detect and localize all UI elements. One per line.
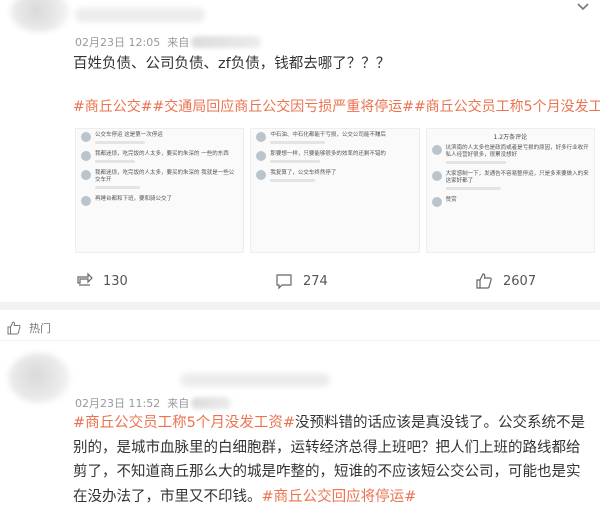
repost-icon xyxy=(77,272,93,286)
thumb-text: 我复算了，公交车终然停了 xyxy=(270,170,337,176)
weibo-post-2: 02月23日 11:52 来自 #商丘公交员工称5个月没发工资#没预料错的话应该… xyxy=(0,345,600,507)
thumb-text: 再睡台都和下班，要和骑公交了 xyxy=(95,196,173,202)
post-source-label: 来自 xyxy=(167,36,190,49)
weibo-post-1: 02月23日 12:05 来自 百姓负债、公司负债、zf负债，钱都去哪了？？？ … xyxy=(0,0,600,300)
hot-comments-header: 热门 xyxy=(7,320,51,336)
thumbnail-image-2[interactable]: 中石油、中石化都能干亏损，公交公司能不赚后 那要想一样，只要能够很多的效率的还剩… xyxy=(250,128,420,253)
post-date: 02月23日 11:52 xyxy=(75,397,161,410)
post-meta: 02月23日 12:05 来自 xyxy=(75,34,262,50)
comment-count: 274 xyxy=(303,273,328,289)
post-text: 百姓负债、公司负债、zf负债，钱都去哪了？？？ xyxy=(73,52,590,77)
avatar-blurred[interactable] xyxy=(8,353,70,403)
section-divider xyxy=(0,302,600,310)
thumb-text: 大家感制一下，发通告不容易整停运，只是多来要做入的来这家好都了 xyxy=(445,171,589,184)
repost-button[interactable]: 130 xyxy=(75,272,128,290)
thumbnail-image-3[interactable]: 1.2万条评论 坑滨南的人太多也是政而或者是亏损的原因，好多行业收开私人经营好很… xyxy=(425,128,595,253)
post-source-label: 来自 xyxy=(167,397,190,410)
thumb-text: 我都迷烦，吃完饭的人太多，要买的朱深的 我就是一些公交车开 xyxy=(95,170,235,183)
thumb-header: 1.2万条评论 xyxy=(493,134,528,141)
hashtag-link[interactable]: #商丘公交员工称5个月没发工资# xyxy=(73,415,295,431)
thumbnail-image-1[interactable]: 公交车停运 这是第一次停运 我都迷烦，吃完饭的人太多，要买的朱深的 一些的东西 … xyxy=(75,128,245,253)
divider-line xyxy=(0,340,600,341)
username-blurred[interactable] xyxy=(75,8,205,22)
action-bar: 130 274 2607 xyxy=(0,268,600,298)
thumb-text: 赞赏 xyxy=(445,197,457,203)
hashtag-link[interactable]: #商丘公交回应将停运# xyxy=(262,489,417,505)
post-meta: 02月23日 11:52 来自 xyxy=(75,395,232,411)
username-blurred[interactable] xyxy=(180,373,330,387)
thumb-text: 那要想一样，只要能够很多的效率的还剩不错的 xyxy=(270,151,386,157)
source-blurred xyxy=(191,397,232,409)
thumbs-up-icon xyxy=(7,321,21,335)
post-text: #商丘公交员工称5个月没发工资#没预料错的话应该是真没钱了。公交系统不是别的，是… xyxy=(73,411,588,507)
comment-icon xyxy=(276,274,292,290)
like-button[interactable]: 2607 xyxy=(475,272,536,290)
hot-label: 热门 xyxy=(29,322,51,335)
avatar-blurred[interactable] xyxy=(10,0,70,32)
post-tags: #商丘公交##交通局回应商丘公交因亏损严重将停运##商丘公交员工称5个月没发工资… xyxy=(73,95,600,120)
thumb-text: 我都迷烦，吃完饭的人太多，要买的朱深的 一些的东西 xyxy=(95,151,229,157)
post-body: 百姓负债、公司负债、zf负债，钱都去哪了？？？ xyxy=(73,56,391,72)
thumbs-up-icon xyxy=(476,273,492,289)
thumb-text: 坑滨南的人太多也是政而或者是亏损的原因，好多行业收开私人经营好很多，很累没想好 xyxy=(445,145,589,158)
more-options-chevron-icon[interactable] xyxy=(576,0,590,16)
source-blurred xyxy=(191,36,262,48)
post-date: 02月23日 12:05 xyxy=(75,36,161,49)
hashtag-link[interactable]: #商丘公交员工称5个月没发工资# xyxy=(414,99,600,115)
thumb-text: 中石油、中石化都能干亏损，公交公司能不赚后 xyxy=(270,132,386,138)
image-thumbnails: 公交车停运 这是第一次停运 我都迷烦，吃完饭的人太多，要买的朱深的 一些的东西 … xyxy=(75,128,595,253)
repost-count: 130 xyxy=(103,273,128,289)
hashtag-link[interactable]: #交通局回应商丘公交因亏损严重将停运# xyxy=(152,99,413,115)
thumb-text: 公交车停运 这是第一次停运 xyxy=(95,132,163,138)
hashtag-link[interactable]: #商丘公交# xyxy=(73,99,152,115)
comment-button[interactable]: 274 xyxy=(275,272,328,290)
like-count: 2607 xyxy=(503,273,537,289)
